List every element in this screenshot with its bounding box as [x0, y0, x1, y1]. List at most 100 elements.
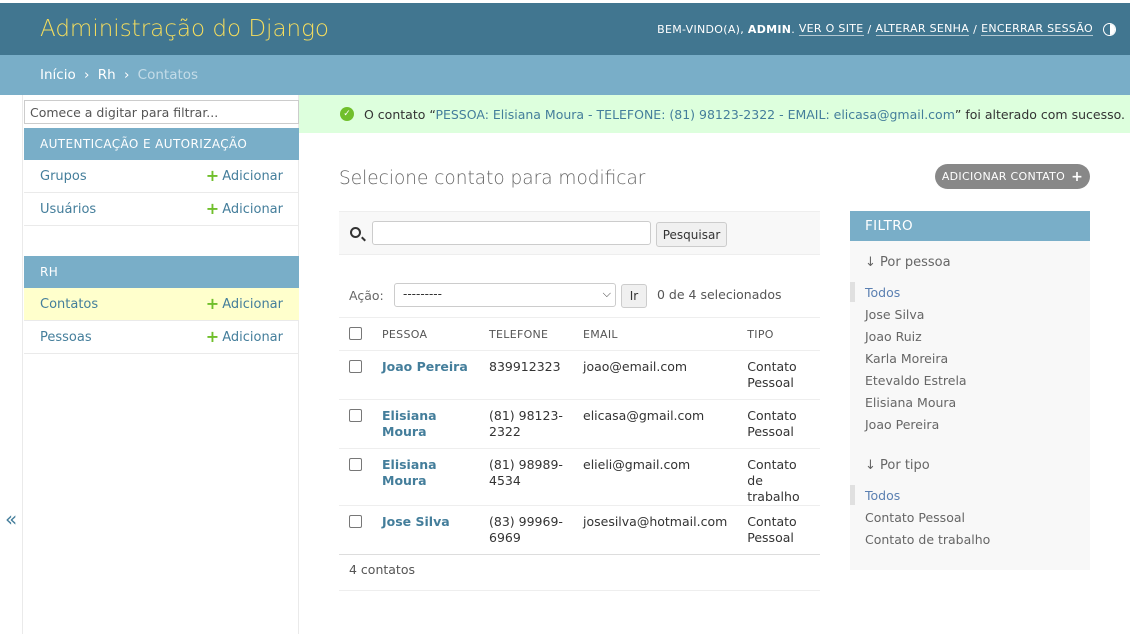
row-checkbox[interactable]	[349, 409, 362, 422]
table-header-row: PESSOA TELEFONE EMAIL TIPO	[339, 317, 820, 351]
telefone-cell: (81) 98123-2322	[479, 399, 573, 449]
message-suffix: ” foi alterado com sucesso.	[954, 106, 1125, 122]
action-selected-value: ---------	[403, 287, 442, 301]
filter-option[interactable]: Joao Pereira	[865, 417, 939, 432]
add-label: Adicionar	[222, 168, 283, 184]
plus-icon: +	[1071, 168, 1084, 185]
nav-sidebar: AUTENTICAÇÃO E AUTORIZAÇÃO Grupos +Adici…	[22, 95, 299, 634]
search-input[interactable]	[372, 221, 651, 245]
plus-icon: +	[205, 294, 220, 313]
contact-link[interactable]: Elisiana Moura	[382, 408, 437, 439]
email-cell: elieli@gmail.com	[573, 448, 738, 506]
theme-toggle-icon[interactable]	[1103, 22, 1116, 36]
module-caption-rh[interactable]: RH	[24, 256, 299, 288]
tipo-cell: Contato Pessoal	[737, 350, 820, 400]
breadcrumb-separator: ›	[123, 67, 130, 83]
filter-option[interactable]: Etevaldo Estrela	[865, 373, 967, 388]
table-row: Elisiana Moura (81) 98989-4534 elieli@gm…	[339, 448, 820, 506]
tipo-cell: Contato Pessoal	[737, 505, 820, 555]
tipo-cell: Contato Pessoal	[737, 399, 820, 449]
sidebar-item-label[interactable]: Pessoas	[40, 330, 92, 345]
column-header-email: EMAIL	[573, 317, 738, 351]
add-contato-label: ADICIONAR CONTATO	[941, 170, 1066, 183]
sidebar-item-label[interactable]: Usuários	[40, 202, 96, 217]
success-message: ✓ O contato “PESSOA: Elisiana Moura - TE…	[299, 95, 1130, 133]
select-all-checkbox[interactable]	[349, 326, 362, 340]
add-label: Adicionar	[222, 329, 283, 345]
telefone-cell: (81) 98989-4534	[479, 448, 573, 506]
pessoa-cell: Joao Pereira	[372, 350, 479, 400]
row-checkbox[interactable]	[349, 515, 362, 528]
search-button[interactable]: Pesquisar	[656, 222, 727, 247]
sidebar-item-pessoas: Pessoas + Adicionar	[24, 321, 299, 354]
filter-group-title-tipo: ↓ Por tipo	[865, 458, 930, 473]
filter-option[interactable]: Todos	[849, 485, 900, 505]
sidebar-item-grupos: Grupos + Adicionar	[24, 160, 299, 193]
breadcrumb-separator: ›	[84, 67, 90, 83]
plus-icon: +	[205, 199, 220, 218]
go-button[interactable]: Ir	[621, 284, 647, 308]
email-cell: josesilva@hotmail.com	[573, 505, 738, 555]
table-row: Joao Pereira 839912323 joao@email.com Co…	[339, 350, 820, 400]
add-contato-link[interactable]: + Adicionar	[206, 296, 283, 312]
results-table: PESSOA TELEFONE EMAIL TIPO Joao Pereira …	[339, 317, 820, 555]
module-caption-auth[interactable]: AUTENTICAÇÃO E AUTORIZAÇÃO	[24, 128, 299, 160]
row-checkbox[interactable]	[349, 360, 362, 373]
add-label: Adicionar	[222, 296, 283, 312]
change-password-link[interactable]: ALTERAR SENHA	[875, 22, 970, 36]
breadcrumb: Início › Rh › Contatos	[0, 55, 1130, 95]
breadcrumb-app[interactable]: Rh	[98, 67, 116, 83]
add-contato-button[interactable]: ADICIONAR CONTATO +	[935, 164, 1090, 189]
contact-link[interactable]: Elisiana Moura	[382, 457, 437, 488]
site-brand[interactable]: Administração do Django	[40, 16, 329, 42]
message-prefix: O contato “	[364, 106, 436, 122]
header: Administração do Django BEM-VINDO(A), AD…	[0, 0, 1130, 55]
filter-option[interactable]: Jose Silva	[865, 307, 924, 322]
contact-link[interactable]: Joao Pereira	[382, 359, 468, 374]
filter-option[interactable]: Contato de trabalho	[865, 532, 990, 547]
table-row: Elisiana Moura (81) 98123-2322 elicasa@g…	[339, 399, 820, 449]
filter-option[interactable]: Elisiana Moura	[865, 395, 956, 410]
logout-link[interactable]: ENCERRAR SESSÃO	[981, 22, 1093, 36]
chevron-down-icon: ⌵	[602, 287, 611, 300]
search-icon	[350, 227, 361, 238]
add-usuario-link[interactable]: + Adicionar	[206, 201, 283, 217]
message-object[interactable]: PESSOA: Elisiana Moura - TELEFONE: (81) …	[435, 107, 954, 122]
add-pessoa-link[interactable]: + Adicionar	[206, 329, 283, 345]
pessoa-cell: Jose Silva	[372, 505, 479, 555]
column-header-tipo: TIPO	[737, 317, 820, 351]
contact-link[interactable]: Jose Silva	[382, 514, 450, 529]
search-toolbar: Pesquisar	[339, 211, 820, 255]
column-header-pessoa[interactable]: PESSOA	[372, 317, 479, 351]
add-grupo-link[interactable]: + Adicionar	[206, 168, 283, 184]
paginator: 4 contatos	[339, 549, 820, 591]
row-select-cell	[339, 350, 372, 400]
changelist-filter: FILTRO ↓ Por pessoa Todos Jose Silva Joa…	[849, 211, 1090, 570]
action-select[interactable]: --------- ⌵	[394, 283, 616, 307]
view-site-link[interactable]: VER O SITE	[798, 22, 864, 36]
plus-icon: +	[205, 327, 220, 346]
nav-filter-input[interactable]	[24, 100, 299, 124]
username: ADMIN	[747, 22, 792, 36]
telefone-cell: (83) 99969-6969	[479, 505, 573, 555]
filter-option[interactable]: Contato Pessoal	[865, 510, 965, 525]
filter-option[interactable]: Todos	[849, 282, 900, 302]
success-check-icon: ✓	[340, 107, 354, 121]
filter-option[interactable]: Joao Ruiz	[865, 329, 922, 344]
row-checkbox[interactable]	[349, 458, 362, 471]
separator: /	[973, 22, 978, 36]
page-title: Selecione contato para modificar	[339, 168, 646, 189]
sidebar-item-label[interactable]: Grupos	[40, 169, 87, 184]
message-text: O contato “PESSOA: Elisiana Moura - TELE…	[364, 107, 1125, 122]
breadcrumb-current: Contatos	[137, 67, 199, 83]
row-select-cell	[339, 448, 372, 506]
add-label: Adicionar	[222, 201, 283, 217]
user-tools: BEM-VINDO(A), ADMIN. VER O SITE / ALTERA…	[657, 22, 1116, 36]
collapse-icon[interactable]: «	[5, 507, 17, 531]
breadcrumb-home[interactable]: Início	[40, 67, 76, 83]
telefone-cell: 839912323	[479, 350, 573, 400]
sidebar-item-label[interactable]: Contatos	[40, 297, 98, 312]
filter-option[interactable]: Karla Moreira	[865, 351, 948, 366]
filter-title: FILTRO	[850, 211, 1090, 241]
sidebar-item-contatos: Contatos + Adicionar	[24, 288, 299, 321]
